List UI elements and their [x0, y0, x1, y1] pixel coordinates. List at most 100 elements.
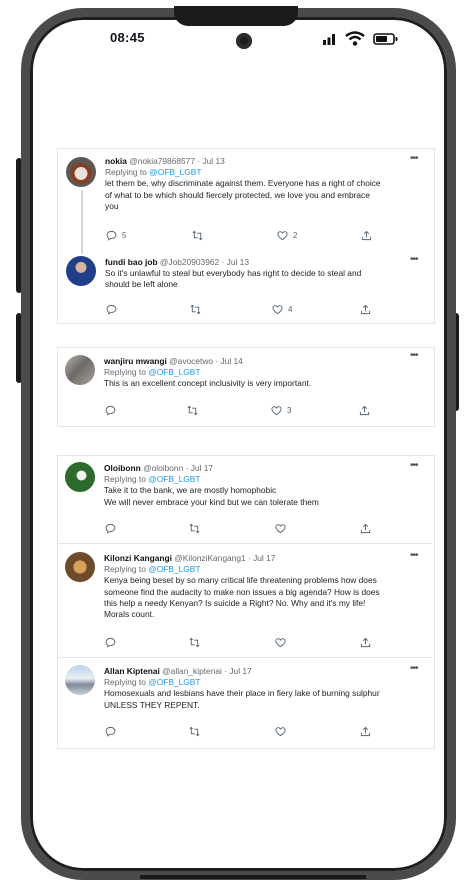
author-name[interactable]: nokia — [105, 156, 127, 166]
divider — [57, 543, 433, 544]
author-handle[interactable]: @KilonziKangang1 — [174, 553, 245, 563]
more-icon[interactable]: ••• — [410, 460, 418, 471]
tweet-text-line: So it's unlawful to steal but everybody … — [105, 268, 362, 279]
share-icon — [360, 304, 371, 315]
tweet-actions — [105, 523, 395, 535]
reply-button[interactable]: 5 — [106, 230, 126, 241]
more-icon[interactable]: ••• — [410, 663, 418, 674]
avatar[interactable] — [65, 552, 95, 582]
author-handle[interactable]: @allan_kiptenai — [162, 666, 222, 676]
mention-link[interactable]: @OFB_LGBT — [148, 677, 200, 687]
tweet-actions: 3 — [105, 405, 395, 417]
reply-context: Replying to @OFB_LGBT — [104, 677, 201, 688]
tweet-text-line: This is an excellent concept inclusivity… — [104, 378, 312, 389]
tweet-date[interactable]: · Jul 17 — [186, 463, 213, 473]
retweet-button[interactable] — [189, 523, 205, 534]
reply-icon — [105, 523, 116, 534]
tweet-date[interactable]: · Jul 13 — [197, 156, 224, 166]
retweet-icon — [190, 304, 201, 315]
author-name[interactable]: Kilonzi Kangangi — [104, 553, 172, 563]
tweet-actions: 5 2 — [106, 230, 396, 242]
like-button[interactable]: 3 — [271, 405, 291, 416]
reply-button[interactable] — [105, 405, 121, 416]
avatar[interactable] — [66, 157, 96, 187]
like-icon — [271, 406, 282, 416]
tweet-text-line: Take it to the bank, we are mostly homop… — [104, 485, 277, 496]
reply-icon — [106, 230, 117, 241]
more-icon[interactable]: ••• — [410, 254, 418, 265]
like-button[interactable] — [275, 637, 291, 648]
share-button[interactable] — [360, 304, 371, 315]
phone-frame — [21, 8, 456, 880]
share-button[interactable] — [360, 726, 371, 737]
more-icon[interactable]: ••• — [410, 550, 418, 561]
mention-link[interactable]: @OFB_LGBT — [149, 167, 201, 177]
more-icon[interactable]: ••• — [410, 350, 418, 361]
wifi-icon — [345, 31, 365, 46]
share-button[interactable] — [361, 230, 372, 241]
retweet-button[interactable] — [189, 726, 205, 737]
home-indicator[interactable] — [140, 875, 366, 879]
tweet-date[interactable]: · Jul 14 — [215, 356, 242, 366]
author-name[interactable]: Allan Kiptenai — [104, 666, 160, 676]
status-icons — [323, 31, 403, 47]
retweet-icon — [189, 637, 200, 648]
author-name[interactable]: fundi bao job — [105, 257, 158, 267]
mention-link[interactable]: @OFB_LGBT — [148, 474, 200, 484]
like-icon — [275, 638, 286, 648]
like-icon — [277, 231, 288, 241]
author-name[interactable]: Oloibonn — [104, 463, 141, 473]
more-icon[interactable]: ••• — [410, 153, 418, 164]
share-button[interactable] — [360, 523, 371, 534]
author-handle[interactable]: @oloibonn — [143, 463, 183, 473]
author-handle[interactable]: @Job20903962 — [160, 257, 219, 267]
reply-button[interactable] — [105, 726, 121, 737]
tweet-date[interactable]: · Jul 17 — [224, 666, 251, 676]
avatar[interactable] — [65, 355, 95, 385]
reply-icon — [106, 304, 117, 315]
retweet-button[interactable] — [187, 405, 203, 416]
retweet-button[interactable] — [192, 230, 208, 241]
like-icon — [272, 305, 283, 315]
retweet-icon — [189, 523, 200, 534]
like-icon — [275, 727, 286, 737]
tweet-text-line: should be left alone — [105, 279, 178, 290]
retweet-button[interactable] — [190, 304, 206, 315]
reply-context: Replying to @OFB_LGBT — [104, 367, 201, 378]
notch — [174, 6, 298, 26]
tweet-date[interactable]: · Jul 17 — [248, 553, 275, 563]
tweet-text-line: let them be, why discriminate against th… — [105, 178, 381, 189]
avatar[interactable] — [65, 462, 95, 492]
like-button[interactable] — [275, 523, 291, 534]
share-button[interactable] — [360, 637, 371, 648]
tweet-date[interactable]: · Jul 13 — [222, 257, 249, 267]
signal-icon — [323, 34, 335, 45]
reply-button[interactable] — [105, 637, 121, 648]
like-icon — [275, 524, 286, 534]
reply-count: 5 — [122, 231, 127, 240]
author-handle[interactable]: @nokia79868577 — [129, 156, 195, 166]
mention-link[interactable]: @OFB_LGBT — [148, 564, 200, 574]
avatar[interactable] — [65, 665, 95, 695]
reply-context: Replying to @OFB_LGBT — [105, 167, 202, 178]
like-button[interactable] — [275, 726, 291, 737]
tweet-actions — [105, 637, 395, 649]
reply-context: Replying to @OFB_LGBT — [104, 474, 201, 485]
author-name[interactable]: wanjiru mwangi — [104, 356, 167, 366]
share-icon — [359, 405, 370, 416]
reply-button[interactable] — [106, 304, 122, 315]
like-count: 4 — [288, 305, 293, 314]
tweet-text-line: Kenya being beset by so many critical li… — [104, 575, 377, 586]
like-button[interactable]: 2 — [277, 230, 297, 241]
camera-icon — [236, 33, 252, 49]
like-button[interactable]: 4 — [272, 304, 292, 315]
tweet-actions — [105, 726, 395, 738]
retweet-button[interactable] — [189, 637, 205, 648]
tweet-text-line: Morals count. — [104, 609, 155, 620]
mention-link[interactable]: @OFB_LGBT — [148, 367, 200, 377]
author-handle[interactable]: @avocetwo — [169, 356, 213, 366]
reply-button[interactable] — [105, 523, 121, 534]
share-button[interactable] — [359, 405, 370, 416]
divider — [57, 657, 433, 658]
avatar[interactable] — [66, 256, 96, 286]
